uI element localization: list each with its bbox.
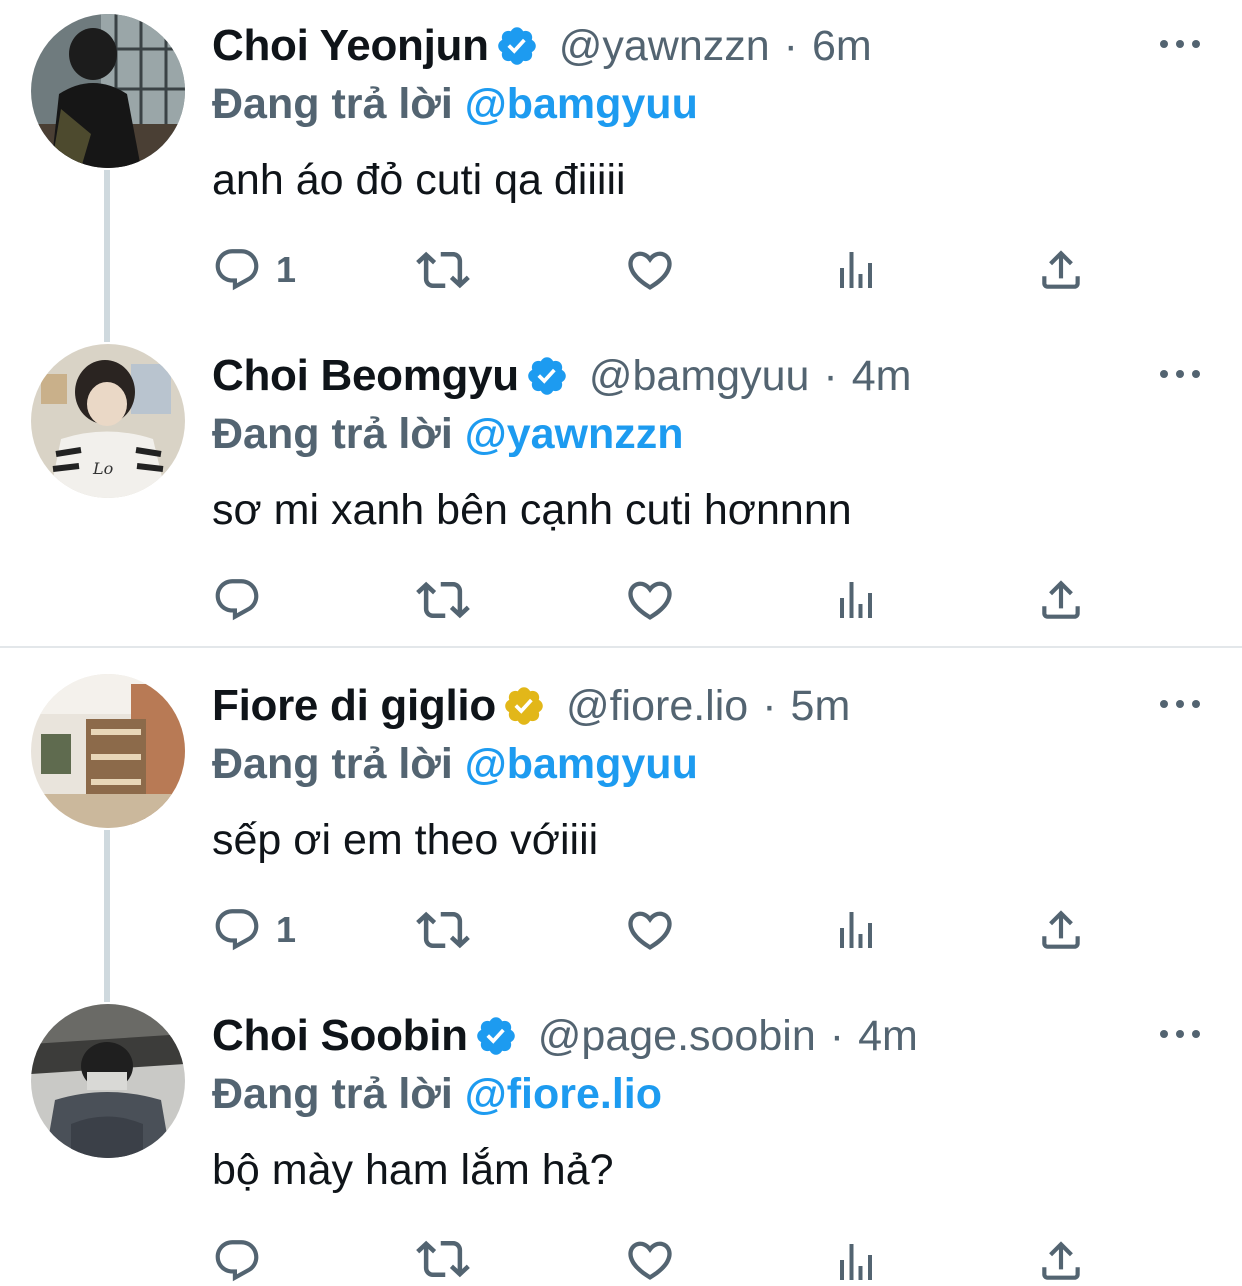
share-icon bbox=[1042, 250, 1080, 289]
like-button[interactable] bbox=[624, 1212, 676, 1286]
views-icon bbox=[840, 252, 872, 288]
user-handle[interactable]: @page.soobin bbox=[538, 1012, 816, 1061]
share-icon bbox=[1042, 910, 1080, 949]
timestamp[interactable]: 4m bbox=[858, 1012, 918, 1061]
mention-link[interactable]: @fiore.lio bbox=[465, 1070, 662, 1118]
reply-button[interactable]: 1 bbox=[212, 222, 296, 318]
tweet[interactable]: Fiore di giglio @fiore.lio · 5m Đang trả… bbox=[0, 660, 1242, 990]
replying-label: Đang trả lời bbox=[212, 1070, 453, 1118]
views-button[interactable] bbox=[832, 882, 880, 978]
retweet-button[interactable] bbox=[416, 1212, 470, 1286]
action-bar bbox=[0, 1212, 1242, 1286]
views-icon bbox=[840, 912, 872, 948]
reply-icon bbox=[215, 579, 259, 621]
mention-link[interactable]: @bamgyuu bbox=[465, 80, 698, 128]
like-icon bbox=[628, 581, 672, 620]
verified-badge-icon bbox=[528, 357, 566, 395]
user-handle[interactable]: @fiore.lio bbox=[566, 682, 748, 731]
reply-button[interactable] bbox=[212, 552, 276, 648]
mention-link[interactable]: @yawnzzn bbox=[465, 410, 684, 458]
more-icon[interactable] bbox=[1160, 368, 1200, 380]
views-button[interactable] bbox=[832, 222, 880, 318]
tweet[interactable]: Choi Soobin @page.soobin · 4m Đang trả l… bbox=[0, 990, 1242, 1286]
avatar[interactable]: Lo bbox=[31, 344, 185, 498]
views-icon bbox=[840, 1244, 872, 1280]
reply-button[interactable] bbox=[212, 1212, 276, 1286]
verified-badge-icon bbox=[476, 1017, 515, 1055]
separator-dot: · bbox=[823, 351, 838, 400]
action-bar: 1 bbox=[0, 222, 1242, 318]
avatar[interactable] bbox=[31, 674, 185, 828]
share-button[interactable] bbox=[1036, 882, 1086, 978]
display-name[interactable]: Choi Yeonjun bbox=[212, 21, 489, 71]
share-button[interactable] bbox=[1036, 1212, 1086, 1286]
like-button[interactable] bbox=[624, 552, 676, 648]
like-button[interactable] bbox=[624, 222, 676, 318]
reply-count: 1 bbox=[276, 909, 297, 950]
more-icon[interactable] bbox=[1160, 38, 1200, 50]
share-icon bbox=[1042, 1241, 1080, 1280]
views-button[interactable] bbox=[832, 1212, 880, 1286]
tweet-text: sếp ơi em theo vớiiii bbox=[212, 816, 599, 864]
display-name[interactable]: Choi Soobin bbox=[212, 1011, 468, 1061]
user-handle[interactable]: @yawnzzn bbox=[559, 22, 770, 71]
replying-label: Đang trả lời bbox=[212, 740, 453, 788]
verified-badge-icon bbox=[497, 27, 536, 65]
retweet-button[interactable] bbox=[416, 552, 470, 648]
replying-to: Đang trả lời @fiore.lio bbox=[212, 1066, 662, 1122]
like-icon bbox=[628, 1241, 672, 1280]
action-bar: 1 bbox=[0, 882, 1242, 978]
share-button[interactable] bbox=[1036, 552, 1086, 648]
tweet[interactable]: Choi Yeonjun @yawnzzn · 6m Đang trả lời … bbox=[0, 0, 1242, 330]
like-icon bbox=[628, 911, 672, 950]
like-button[interactable] bbox=[624, 882, 676, 978]
tweet-text: anh áo đỏ cuti qa điiiii bbox=[212, 156, 626, 204]
avatar[interactable] bbox=[31, 14, 185, 168]
action-bar bbox=[0, 552, 1242, 648]
reply-count: 1 bbox=[276, 249, 297, 290]
separator-dot: · bbox=[762, 681, 777, 730]
user-handle[interactable]: @bamgyuu bbox=[589, 352, 810, 401]
views-button[interactable] bbox=[832, 552, 880, 648]
timestamp[interactable]: 6m bbox=[812, 22, 872, 71]
reply-button[interactable]: 1 bbox=[212, 882, 296, 978]
mention-link[interactable]: @bamgyuu bbox=[465, 740, 698, 788]
share-button[interactable] bbox=[1036, 222, 1086, 318]
timestamp[interactable]: 4m bbox=[852, 352, 912, 401]
svg-text:Lo: Lo bbox=[92, 459, 113, 478]
retweet-icon bbox=[416, 251, 470, 289]
reply-icon bbox=[215, 909, 259, 951]
more-icon[interactable] bbox=[1160, 698, 1200, 710]
tweet-text: sơ mi xanh bên cạnh cuti hơnnnn bbox=[212, 486, 852, 534]
more-icon[interactable] bbox=[1160, 1028, 1200, 1040]
replying-label: Đang trả lời bbox=[212, 80, 453, 128]
replying-to: Đang trả lời @yawnzzn bbox=[212, 406, 684, 462]
retweet-icon bbox=[416, 911, 470, 949]
tweet[interactable]: Lo Choi Beomgyu @bamgyuu · 4m Đang trả l… bbox=[0, 330, 1242, 660]
display-name[interactable]: Choi Beomgyu bbox=[212, 351, 519, 401]
display-name[interactable]: Fiore di giglio bbox=[212, 681, 496, 731]
replying-label: Đang trả lời bbox=[212, 410, 453, 458]
share-icon bbox=[1042, 580, 1080, 619]
views-icon bbox=[840, 582, 872, 618]
tweet-text: bộ mày ham lắm hả? bbox=[212, 1146, 614, 1194]
separator-dot: · bbox=[829, 1011, 845, 1060]
timestamp[interactable]: 5m bbox=[791, 682, 851, 731]
reply-icon bbox=[215, 1240, 259, 1282]
replying-to: Đang trả lời @bamgyuu bbox=[212, 76, 698, 132]
retweet-icon bbox=[416, 1240, 470, 1278]
replying-to: Đang trả lời @bamgyuu bbox=[212, 736, 698, 792]
reply-icon bbox=[215, 249, 259, 291]
like-icon bbox=[628, 251, 672, 290]
avatar[interactable] bbox=[31, 1004, 185, 1158]
separator-dot: · bbox=[783, 21, 798, 70]
retweet-icon bbox=[416, 581, 470, 619]
verified-badge-icon bbox=[505, 687, 543, 725]
retweet-button[interactable] bbox=[416, 882, 470, 978]
retweet-button[interactable] bbox=[416, 222, 470, 318]
